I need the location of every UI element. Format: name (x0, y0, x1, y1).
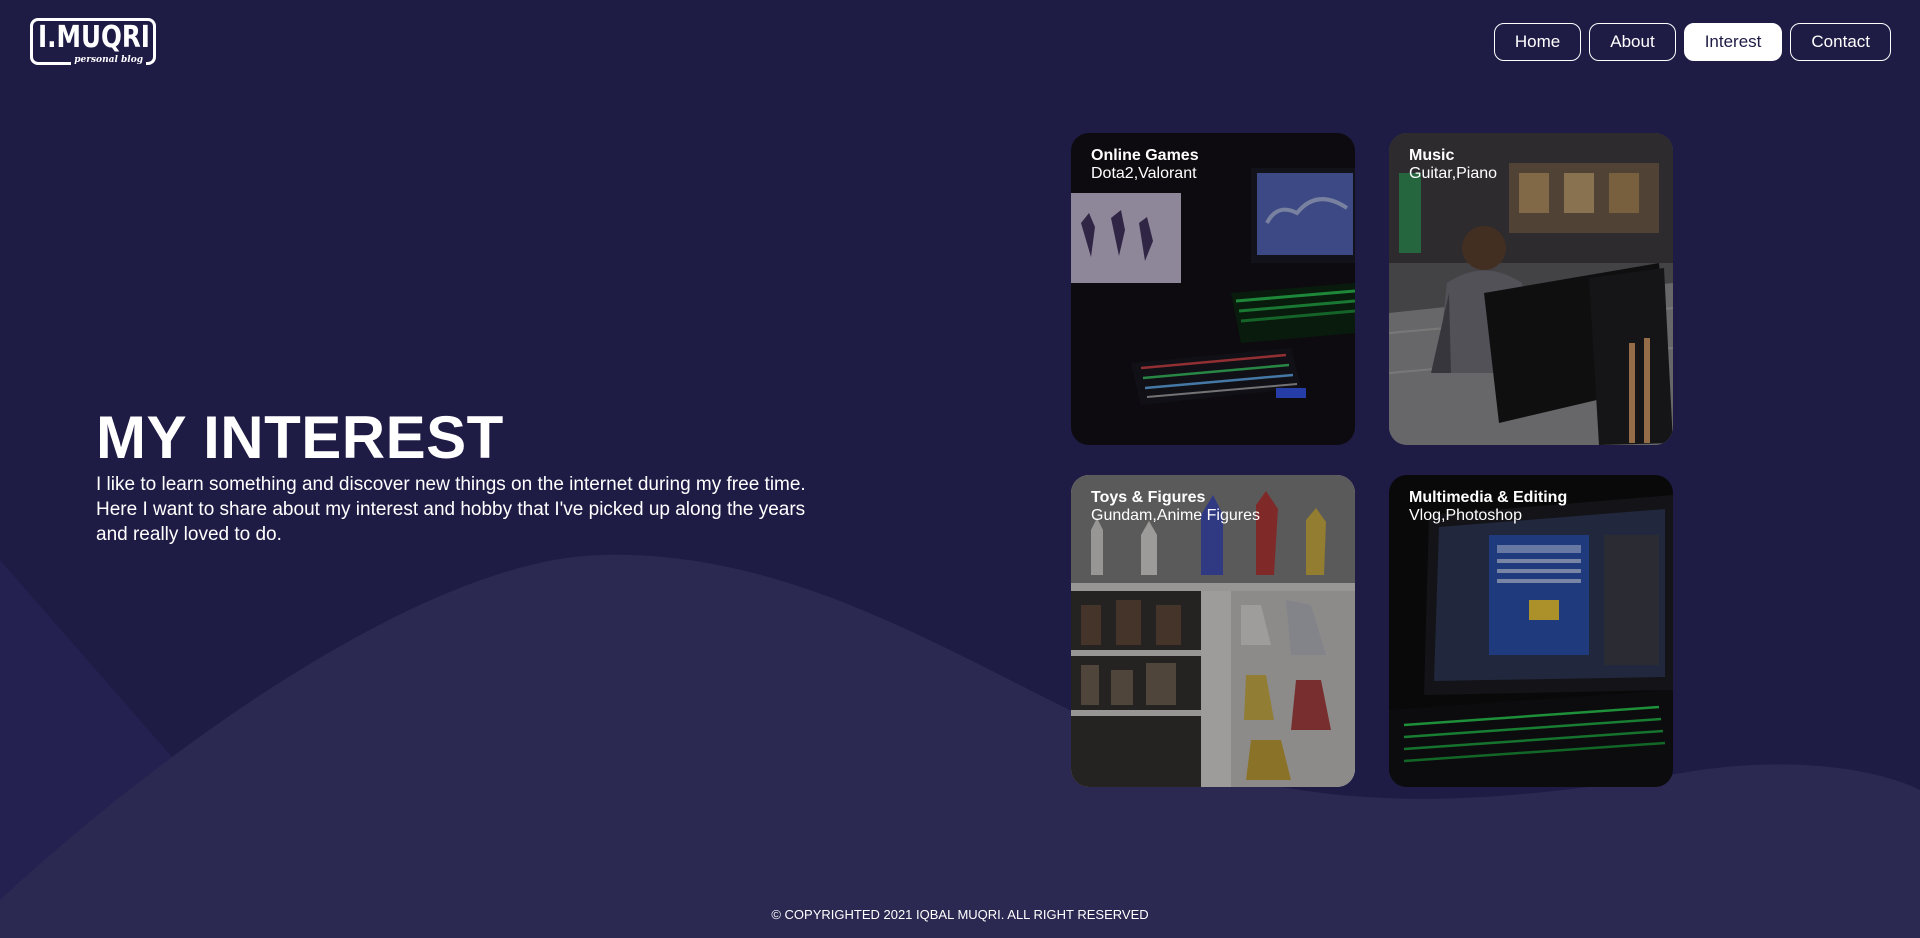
footer-copyright: © COPYRIGHTED 2021 IQBAL MUQRI. ALL RIGH… (771, 907, 1149, 922)
nav-interest-button[interactable]: Interest (1683, 23, 1783, 61)
interest-card-toys-figures[interactable]: Toys & Figures Gundam,Anime Figures (1071, 475, 1355, 787)
card-title: Online Games (1091, 147, 1199, 164)
card-title: Multimedia & Editing (1409, 489, 1568, 506)
interest-card-multimedia-editing[interactable]: Multimedia & Editing Vlog,Photoshop (1389, 475, 1673, 787)
nav-home-button[interactable]: Home (1493, 23, 1582, 61)
hero-description: I like to learn something and discover n… (96, 474, 806, 545)
card-caption: Music Guitar,Piano (1409, 147, 1497, 183)
card-subtitle: Gundam,Anime Figures (1091, 507, 1260, 524)
card-caption: Online Games Dota2,Valorant (1091, 147, 1199, 183)
card-subtitle: Dota2,Valorant (1091, 165, 1197, 182)
interest-page: I.MUQRI personal blog Home About Interes… (0, 0, 1920, 938)
interest-card-online-games[interactable]: Online Games Dota2,Valorant (1071, 133, 1355, 445)
nav-about-button[interactable]: About (1589, 23, 1676, 61)
card-title: Music (1409, 147, 1455, 164)
main-nav: Home About Interest Contact (1493, 23, 1891, 61)
card-caption: Multimedia & Editing Vlog,Photoshop (1409, 489, 1567, 525)
site-logo[interactable]: I.MUQRI personal blog (30, 18, 160, 70)
nav-contact-button[interactable]: Contact (1790, 23, 1891, 61)
card-title: Toys & Figures (1091, 489, 1206, 506)
card-subtitle: Guitar,Piano (1409, 165, 1498, 182)
page-title: MY INTEREST (96, 404, 504, 471)
logo-tagline: personal blog (71, 54, 146, 66)
interest-card-music[interactable]: Music Guitar,Piano (1389, 133, 1673, 445)
hero-section: MY INTEREST I like to learn something an… (96, 404, 856, 547)
card-caption: Toys & Figures Gundam,Anime Figures (1091, 489, 1260, 525)
card-subtitle: Vlog,Photoshop (1409, 507, 1522, 524)
logo-name: I.MUQRI (38, 20, 150, 55)
